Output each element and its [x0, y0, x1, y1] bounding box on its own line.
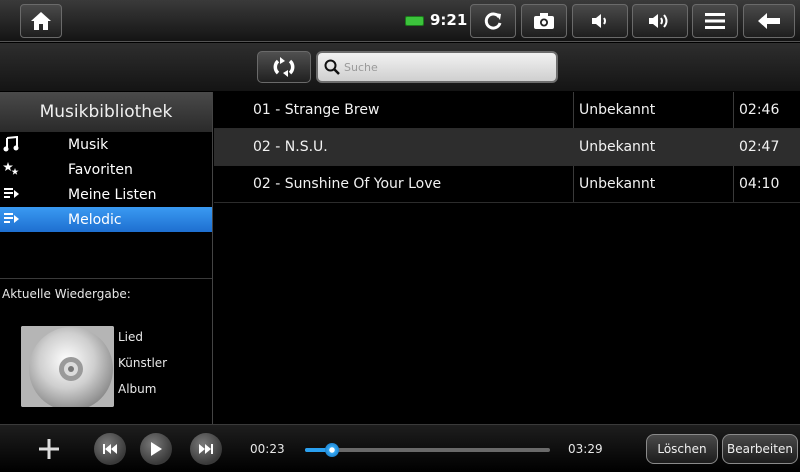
sync-button[interactable]	[257, 51, 311, 83]
track-row[interactable]: 01 - Strange Brew Unbekannt 02:46	[214, 92, 800, 129]
track-title: 02 - N.S.U.	[253, 139, 328, 155]
track-row[interactable]: 02 - Sunshine Of Your Love Unbekannt 04:…	[214, 166, 800, 203]
volume-up-button[interactable]	[632, 4, 688, 38]
menu-button[interactable]	[692, 4, 738, 38]
cd-icon	[21, 326, 114, 407]
seek-bar[interactable]	[305, 443, 550, 457]
refresh-button[interactable]	[470, 4, 516, 38]
volume-down-icon	[592, 14, 606, 28]
sidebar-item-label: Melodic	[68, 211, 122, 228]
player-controls: 00:23 03:29 Löschen Bearbeiten	[0, 424, 800, 472]
toolbar	[0, 43, 800, 91]
play-button[interactable]	[140, 433, 172, 465]
skip-forward-icon	[199, 444, 213, 454]
clock: 9:21	[430, 11, 468, 29]
track-artist: Unbekannt	[579, 139, 656, 155]
sidebar-item-melodic[interactable]: Melodic	[0, 207, 212, 232]
track-duration: 02:47	[739, 139, 780, 155]
back-icon	[758, 13, 780, 29]
now-playing-album: Album	[118, 382, 157, 396]
sidebar-item-label: Musik	[68, 136, 109, 153]
music-note-icon	[3, 136, 19, 152]
camera-icon	[534, 13, 554, 29]
track-row[interactable]: 02 - N.S.U. Unbekannt 02:47	[214, 129, 800, 166]
sidebar-item-favoriten[interactable]: Favoriten	[0, 157, 212, 182]
track-title: 02 - Sunshine Of Your Love	[253, 176, 442, 192]
sidebar-item-meine-listen[interactable]: Meine Listen	[0, 182, 212, 207]
battery-icon	[405, 16, 424, 26]
track-artist: Unbekannt	[579, 102, 656, 118]
elapsed-time: 00:23	[250, 442, 285, 456]
track-list: 01 - Strange Brew Unbekannt 02:46 02 - N…	[214, 92, 800, 424]
library-title: Musikbibliothek	[0, 92, 212, 132]
screenshot-button[interactable]	[521, 4, 567, 38]
seek-bar-handle[interactable]	[324, 443, 339, 457]
track-title: 01 - Strange Brew	[253, 102, 380, 118]
plus-icon	[39, 439, 59, 459]
previous-button[interactable]	[94, 433, 126, 465]
playlist-icon	[4, 188, 19, 198]
search-box[interactable]	[316, 51, 558, 83]
now-playing-artist: Künstler	[118, 356, 168, 370]
play-icon	[151, 442, 162, 456]
edit-button[interactable]: Bearbeiten	[722, 434, 798, 464]
now-playing-label: Aktuelle Wiedergabe:	[0, 278, 212, 301]
album-cover	[21, 326, 114, 407]
sidebar-item-musik[interactable]: Musik	[0, 132, 212, 157]
skip-back-icon	[103, 444, 117, 454]
sidebar-item-label: Favoriten	[68, 161, 133, 178]
volume-down-button[interactable]	[572, 4, 628, 38]
sync-icon	[273, 57, 295, 77]
track-artist: Unbekannt	[579, 176, 656, 192]
total-time: 03:29	[568, 442, 603, 456]
status-bar: 9:21	[0, 0, 800, 42]
stars-icon	[3, 162, 19, 175]
home-icon	[31, 12, 51, 30]
next-button[interactable]	[190, 433, 222, 465]
refresh-icon	[484, 12, 502, 30]
volume-up-icon	[649, 14, 668, 28]
search-icon	[324, 59, 340, 75]
menu-icon	[705, 13, 725, 29]
home-button[interactable]	[20, 4, 62, 38]
back-button[interactable]	[743, 4, 795, 38]
sidebar-item-label: Meine Listen	[68, 186, 157, 203]
delete-button[interactable]: Löschen	[646, 434, 718, 464]
search-input[interactable]	[344, 60, 544, 74]
track-duration: 02:46	[739, 102, 780, 118]
track-duration: 04:10	[739, 176, 780, 192]
add-button[interactable]	[38, 438, 60, 460]
now-playing-song: Lied	[118, 330, 144, 344]
playlist-icon	[4, 213, 19, 223]
